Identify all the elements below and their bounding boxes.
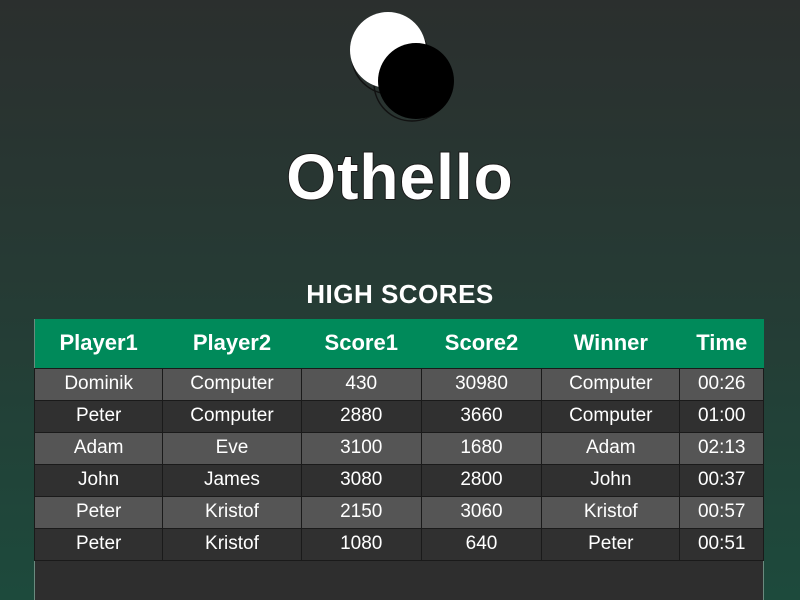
cell-player2: James — [162, 463, 302, 497]
cell-score2: 640 — [420, 527, 543, 561]
cell-winner: Peter — [541, 527, 681, 561]
othello-discs-icon — [350, 12, 454, 122]
cell-player1: Peter — [33, 399, 164, 433]
cell-player1: Peter — [33, 495, 164, 529]
cell-player2: Computer — [162, 367, 302, 401]
cell-player1: Peter — [33, 527, 164, 561]
high-scores-panel: Player1 Player2 Score1 Score2 Winner Tim… — [33, 319, 764, 600]
table-row: Dominik Computer 430 30980 Computer 00:2… — [33, 367, 764, 401]
cell-player2: Kristof — [162, 527, 302, 561]
cell-winner: Kristof — [541, 495, 681, 529]
column-header-winner: Winner — [573, 330, 648, 356]
cell-time: 00:57 — [679, 495, 764, 529]
column-header-player2: Player2 — [192, 330, 272, 356]
cell-winner: Computer — [541, 399, 681, 433]
cell-time: 01:00 — [679, 399, 764, 433]
cell-score1: 1080 — [300, 527, 422, 561]
table-header-row: Player1 Player2 Score1 Score2 Winner Tim… — [34, 319, 764, 368]
column-header-score1: Score1 — [324, 330, 398, 356]
cell-player2: Computer — [162, 399, 302, 433]
cell-score1: 3080 — [300, 463, 422, 497]
cell-time: 00:51 — [679, 527, 764, 561]
cell-score1: 430 — [300, 367, 422, 401]
table-row: Peter Kristof 2150 3060 Kristof 00:57 — [33, 495, 764, 529]
cell-time: 02:13 — [679, 431, 764, 465]
cell-player2: Eve — [162, 431, 302, 465]
cell-winner: Computer — [541, 367, 681, 401]
cell-player1: John — [33, 463, 164, 497]
cell-player1: Dominik — [33, 367, 164, 401]
cell-player2: Kristof — [162, 495, 302, 529]
table-row: Peter Computer 2880 3660 Computer 01:00 — [33, 399, 764, 433]
cell-score2: 30980 — [420, 367, 543, 401]
table-row: Adam Eve 3100 1680 Adam 02:13 — [33, 431, 764, 465]
game-title: Othello — [285, 140, 514, 214]
cell-score2: 1680 — [420, 431, 543, 465]
cell-score1: 2880 — [300, 399, 422, 433]
cell-score2: 3060 — [420, 495, 543, 529]
column-header-score2: Score2 — [444, 330, 519, 356]
cell-score1: 2150 — [300, 495, 422, 529]
high-scores-heading: HIGH SCORES — [306, 279, 494, 309]
cell-winner: Adam — [541, 431, 681, 465]
column-header-player1: Player1 — [59, 330, 138, 356]
table-row: Peter Kristof 1080 640 Peter 00:51 — [33, 527, 764, 561]
column-header-time: Time — [696, 330, 748, 356]
cell-time: 00:26 — [679, 367, 764, 401]
cell-winner: John — [541, 463, 681, 497]
cell-time: 00:37 — [679, 463, 764, 497]
cell-score2: 2800 — [420, 463, 543, 497]
cell-score2: 3660 — [420, 399, 543, 433]
table-row: John James 3080 2800 John 00:37 — [33, 463, 764, 497]
cell-score1: 3100 — [300, 431, 422, 465]
cell-player1: Adam — [33, 431, 164, 465]
high-scores-table: Player1 Player2 Score1 Score2 Winner Tim… — [33, 319, 764, 561]
